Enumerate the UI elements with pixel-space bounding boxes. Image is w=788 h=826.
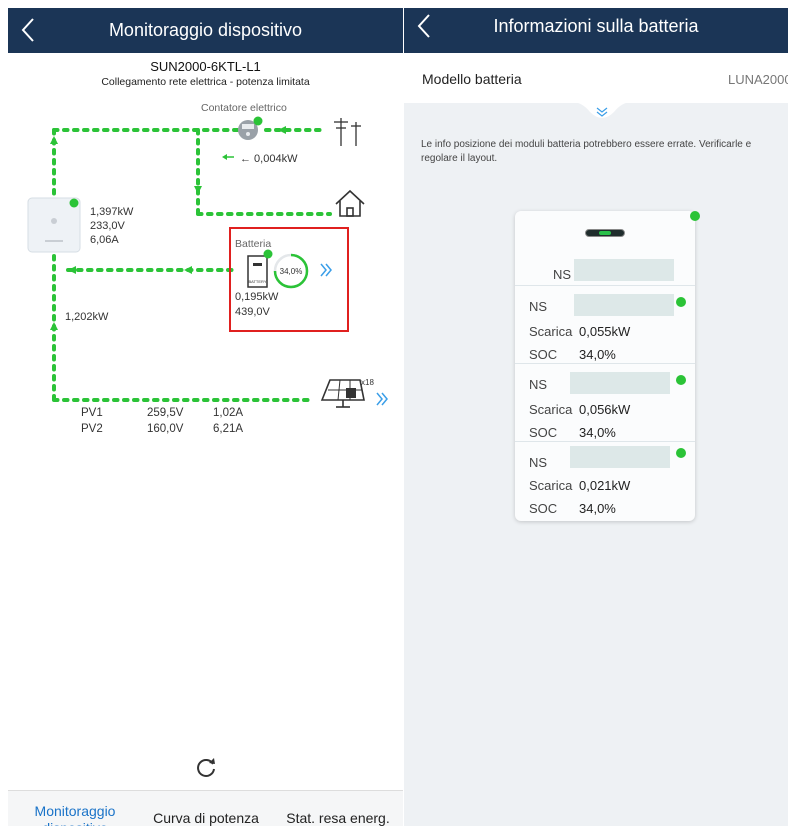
module-status-dot bbox=[676, 375, 686, 385]
soc-label: SOC bbox=[529, 501, 558, 516]
discharge-label: Scarica bbox=[529, 324, 573, 339]
battery-voltage: 439,0V bbox=[235, 306, 270, 318]
module-status-dot bbox=[676, 448, 686, 458]
module-ns-label: NS bbox=[529, 455, 548, 470]
pv-voltage: 259,5V bbox=[147, 407, 184, 419]
tab-energy-yield-stats[interactable]: Stat. resa energ. bbox=[280, 810, 396, 826]
battery-model-row[interactable]: Modello batteria LUNA2000 bbox=[404, 53, 788, 103]
power-tower-icon bbox=[334, 118, 361, 146]
battery-model-label: Modello batteria bbox=[422, 71, 522, 87]
ns-value-box bbox=[570, 372, 670, 394]
pv-voltage: 160,0V bbox=[147, 423, 184, 435]
battery-module[interactable]: NS Scarica 0,056kW SOC 34,0% bbox=[515, 364, 695, 441]
device-monitoring-panel: Monitoraggio dispositivo SUN2000-6KTL-L1… bbox=[8, 8, 403, 826]
discharge-label: Scarica bbox=[529, 402, 573, 417]
pv-name: PV2 bbox=[81, 423, 103, 435]
ns-value-box bbox=[570, 446, 670, 468]
module-ns-label: NS bbox=[529, 377, 548, 392]
discharge-value: 0,056kW bbox=[579, 402, 631, 417]
ns-value-box bbox=[574, 259, 674, 281]
bottom-tab-bar: Monitoraggio dispositivo Curva di potenz… bbox=[8, 790, 403, 826]
ns-value-box bbox=[574, 294, 674, 316]
home-icon bbox=[335, 189, 365, 217]
soc-value: 34,0% bbox=[579, 425, 616, 440]
inverter-current: 6,06A bbox=[90, 234, 119, 246]
double-chevron-right-icon[interactable] bbox=[376, 392, 388, 406]
meter-icon bbox=[238, 116, 263, 140]
ns-label: NS bbox=[553, 267, 572, 282]
inverter-icon[interactable] bbox=[27, 197, 81, 253]
expand-toggle[interactable] bbox=[572, 102, 632, 124]
pv-line-power: 1,202kW bbox=[65, 311, 109, 323]
position-notice: Le info posizione dei moduli batteria po… bbox=[421, 139, 752, 164]
tab-device-monitoring[interactable]: Monitoraggio dispositivo bbox=[22, 803, 128, 826]
pack-ns-row: NS bbox=[515, 249, 695, 283]
solar-panel-icon[interactable] bbox=[320, 379, 388, 408]
battery-label: Batteria bbox=[235, 238, 272, 250]
soc-value: 34,0% bbox=[579, 501, 616, 516]
pack-status-dot bbox=[690, 211, 700, 221]
soc-label: SOC bbox=[529, 425, 558, 440]
battery-info-panel: Informazioni sulla batteria Modello batt… bbox=[404, 8, 788, 826]
refresh-icon[interactable] bbox=[194, 756, 218, 780]
battery-module[interactable]: NS Scarica 0,021kW SOC 34,0% bbox=[515, 442, 695, 519]
discharge-value: 0,021kW bbox=[579, 478, 631, 493]
pv-row: PV1 259,5V 1,02A bbox=[8, 407, 403, 421]
soc-value: 34,0% bbox=[579, 347, 616, 362]
pv-row: PV2 160,0V 6,21A bbox=[8, 423, 403, 437]
module-status-dot bbox=[676, 297, 686, 307]
pv-name: PV1 bbox=[81, 407, 103, 419]
discharge-value: 0,055kW bbox=[579, 324, 631, 339]
soc-label: SOC bbox=[529, 347, 558, 362]
discharge-label: Scarica bbox=[529, 478, 573, 493]
pv-count: x18 bbox=[361, 378, 374, 387]
battery-model-value: LUNA2000 bbox=[728, 72, 788, 87]
battery-soc: 34,0% bbox=[279, 267, 303, 276]
page-title: Informazioni sulla batteria bbox=[493, 16, 699, 36]
inverter-voltage: 233,0V bbox=[90, 220, 125, 232]
pv-current: 6,21A bbox=[213, 423, 244, 435]
battery-handle bbox=[585, 229, 625, 237]
energy-flow-diagram: BATTERY bbox=[27, 116, 388, 408]
meter-power: ← 0,004kW bbox=[240, 153, 298, 165]
module-ns-label: NS bbox=[529, 299, 548, 314]
pv-current: 1,02A bbox=[213, 407, 244, 419]
screen: Monitoraggio dispositivo SUN2000-6KTL-L1… bbox=[0, 0, 788, 826]
inverter-power: 1,397kW bbox=[90, 206, 134, 218]
header-bar: Informazioni sulla batteria bbox=[404, 8, 788, 53]
battery-power: 0,195kW bbox=[235, 291, 279, 303]
tab-power-curve[interactable]: Curva di potenza bbox=[146, 810, 266, 826]
battery-pack-card: NS NS Scarica 0,055kW SOC 34,0% NS Scari… bbox=[515, 211, 700, 521]
battery-module[interactable]: NS Scarica 0,055kW SOC 34,0% bbox=[515, 286, 695, 363]
